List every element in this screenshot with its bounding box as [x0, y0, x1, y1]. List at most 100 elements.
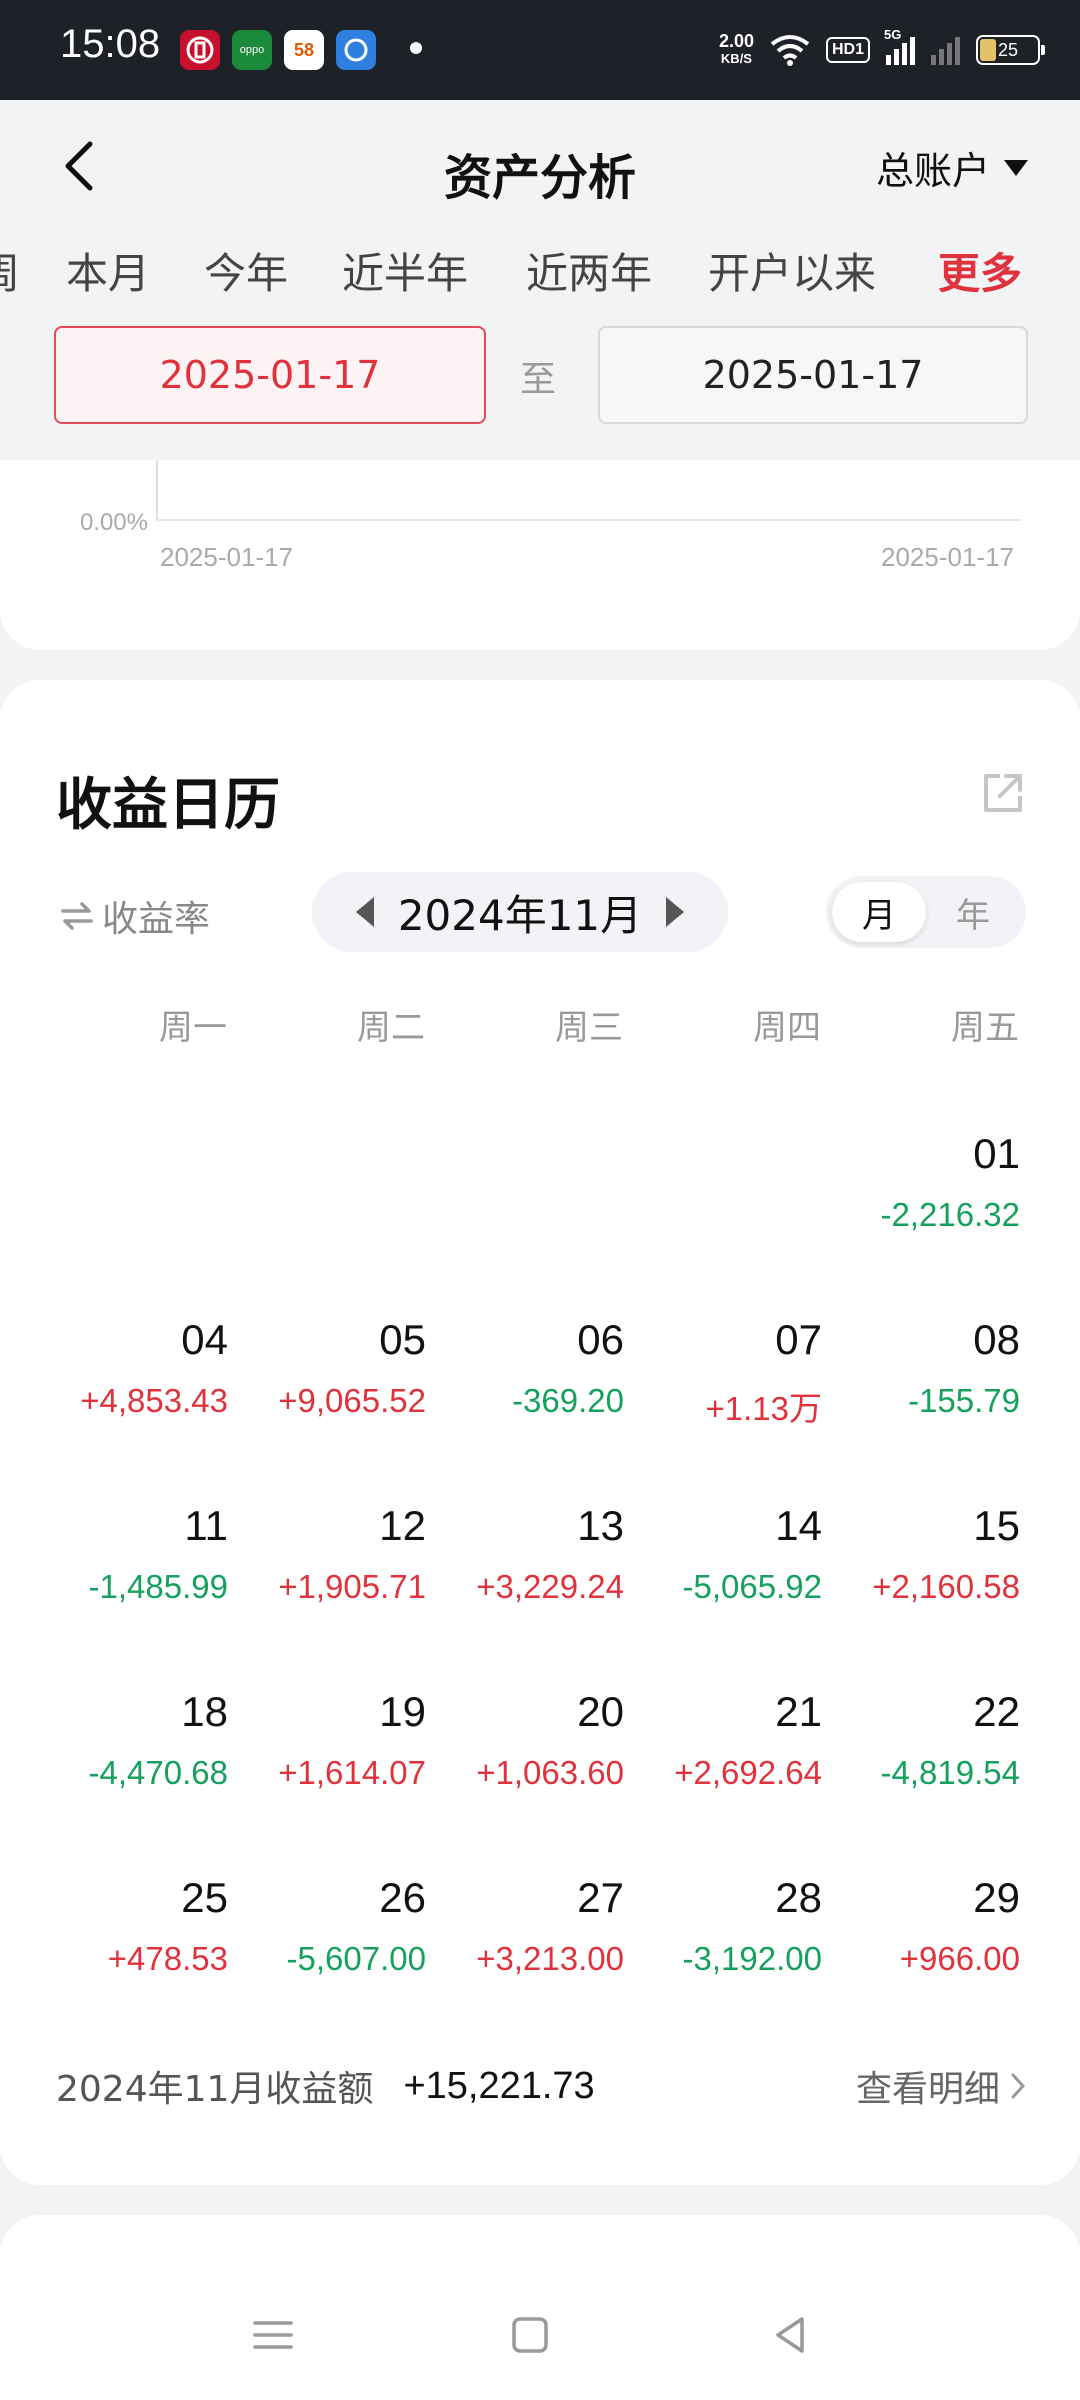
- view-details-link[interactable]: 查看明细: [856, 2060, 1026, 2112]
- calendar-day-number: 18: [181, 1688, 228, 1735]
- month-summary: 2024年11月收益额 +15,221.73 查看明细: [56, 2056, 1026, 2116]
- back-nav-icon[interactable]: [760, 2305, 820, 2365]
- view-year-option[interactable]: 年: [926, 882, 1020, 942]
- calendar-day-number: 22: [973, 1688, 1020, 1735]
- app-icon: [336, 30, 376, 70]
- calendar-day-profit: +1,614.07: [278, 1754, 426, 1791]
- calendar-day-cell[interactable]: 13 +3,229.24: [444, 1502, 624, 1606]
- start-date-field[interactable]: 2025-01-17: [54, 326, 486, 424]
- calendar-day-cell[interactable]: 25 +478.53: [48, 1874, 228, 1978]
- calendar-day-number: 20: [577, 1688, 624, 1735]
- calendar-day-profit: -5,065.92: [682, 1568, 822, 1605]
- header: 资产分析 总账户 周 本月 今年 近半年 近两年 开户以来 更多 2025-01…: [0, 100, 1080, 460]
- calendar-day-profit: -5,607.00: [286, 1940, 426, 1977]
- calendar-day-cell[interactable]: 15 +2,160.58: [840, 1502, 1020, 1606]
- calendar-day-number: 08: [973, 1316, 1020, 1363]
- weekday-fri: 周五: [951, 1008, 1019, 1048]
- tab-since-open[interactable]: 开户以来: [708, 240, 876, 301]
- view-toggle: 月 年: [826, 876, 1026, 948]
- profit-calendar-card: 收益日历 收益率 2024年11月 月 年 周一 周二 周三 周四 周五 01 -…: [0, 680, 1080, 2185]
- calendar-day-profit: -2,216.32: [880, 1196, 1020, 1233]
- calendar-day-profit: -3,192.00: [682, 1940, 822, 1977]
- calendar-day-profit: -155.79: [908, 1382, 1020, 1419]
- bank-icon: [180, 30, 220, 70]
- tab-half-year[interactable]: 近半年: [342, 240, 468, 301]
- calendar-day-number: 28: [775, 1874, 822, 1921]
- calendar-day-cell[interactable]: 14 -5,065.92: [642, 1502, 822, 1606]
- calendar-day-cell[interactable]: 22 -4,819.54: [840, 1688, 1020, 1792]
- wifi-icon: [770, 35, 810, 66]
- calendar-day-cell[interactable]: 28 -3,192.00: [642, 1874, 822, 1978]
- calendar-day-number: 13: [577, 1502, 624, 1549]
- account-selector[interactable]: 总账户: [876, 140, 1028, 195]
- tab-two-years[interactable]: 近两年: [526, 240, 652, 301]
- calendar-day-cell[interactable]: 06 -369.20: [444, 1316, 624, 1420]
- calendar-day-number: 27: [577, 1874, 624, 1921]
- calendar-day-number: 04: [181, 1316, 228, 1363]
- calendar-day-profit: +1,905.71: [278, 1568, 426, 1605]
- calendar-day-profit: +478.53: [107, 1940, 228, 1977]
- menu-nav-icon[interactable]: [243, 2305, 303, 2365]
- calendar-day-profit: +2,160.58: [872, 1568, 1020, 1605]
- calendar-day-profit: +1,063.60: [476, 1754, 624, 1791]
- calendar-day-number: 07: [775, 1316, 822, 1363]
- calendar-day-cell[interactable]: 05 +9,065.52: [246, 1316, 426, 1420]
- end-date-field[interactable]: 2025-01-17: [598, 326, 1028, 424]
- calendar-day-cell[interactable]: 21 +2,692.64: [642, 1688, 822, 1792]
- share-icon[interactable]: [980, 770, 1026, 816]
- calendar-day-cell[interactable]: 26 -5,607.00: [246, 1874, 426, 1978]
- tab-this-month[interactable]: 本月: [66, 240, 150, 301]
- calendar-day-number: 01: [973, 1130, 1020, 1177]
- home-nav-icon[interactable]: [500, 2305, 560, 2365]
- calendar-day-cell[interactable]: 07 +1.13万: [642, 1316, 823, 1430]
- dropdown-triangle-icon: [1004, 159, 1028, 176]
- prev-month-icon[interactable]: [356, 897, 374, 927]
- calendar-day-number: 26: [379, 1874, 426, 1921]
- calendar-day-number: 25: [181, 1874, 228, 1921]
- calendar-day-profit: +3,229.24: [476, 1568, 624, 1605]
- calendar-day-cell[interactable]: 01 -2,216.32: [840, 1130, 1020, 1234]
- tab-week[interactable]: 周: [0, 240, 20, 301]
- current-month[interactable]: 2024年11月: [398, 882, 642, 943]
- tab-this-year[interactable]: 今年: [204, 240, 288, 301]
- calendar-day-cell[interactable]: 11 -1,485.99: [48, 1502, 228, 1606]
- weekday-thu: 周四: [753, 1008, 821, 1048]
- calendar-day-profit: -1,485.99: [88, 1568, 228, 1605]
- calendar-day-cell[interactable]: 29 +966.00: [840, 1874, 1020, 1978]
- account-label: 总账户: [875, 149, 990, 193]
- rate-toggle[interactable]: 收益率: [60, 890, 210, 942]
- calendar-title: 收益日历: [56, 773, 280, 838]
- battery-icon: 25: [976, 35, 1045, 65]
- date-separator: 至: [520, 359, 557, 400]
- calendar-day-number: 15: [973, 1502, 1020, 1549]
- weekday-header: 周一 周二 周三 周四 周五: [0, 1000, 1080, 1050]
- calendar-day-number: 12: [379, 1502, 426, 1549]
- oppo-icon: oppo: [232, 30, 272, 70]
- summary-value: +15,221.73: [403, 2064, 595, 2107]
- rate-toggle-label: 收益率: [102, 899, 211, 940]
- next-month-icon[interactable]: [666, 897, 684, 927]
- calendar-day-profit: +9,065.52: [278, 1382, 426, 1419]
- calendar-day-number: 06: [577, 1316, 624, 1363]
- calendar-day-cell[interactable]: 27 +3,213.00: [444, 1874, 624, 1978]
- status-time: 15:08: [60, 22, 161, 66]
- view-month-option[interactable]: 月: [832, 882, 926, 942]
- net-speed: 2.00 KB/S: [718, 31, 754, 66]
- calendar-day-profit: +966.00: [899, 1940, 1020, 1977]
- calendar-day-cell[interactable]: 04 +4,853.43: [48, 1316, 228, 1420]
- calendar-day-cell[interactable]: 19 +1,614.07: [246, 1688, 426, 1792]
- calendar-day-cell[interactable]: 18 -4,470.68: [48, 1688, 228, 1792]
- tab-more[interactable]: 更多: [938, 240, 1022, 301]
- weekday-mon: 周一: [159, 1008, 227, 1048]
- summary-label: 2024年11月收益额: [56, 2069, 374, 2110]
- 58-icon: 58: [284, 30, 324, 70]
- calendar-day-cell[interactable]: 08 -155.79: [840, 1316, 1020, 1420]
- calendar-day-cell[interactable]: 20 +1,063.60: [444, 1688, 624, 1792]
- calendar-day-number: 21: [775, 1688, 822, 1735]
- weekday-tue: 周二: [357, 1008, 425, 1048]
- signal-icon: [931, 35, 960, 65]
- calendar-day-profit: +2,692.64: [674, 1754, 822, 1791]
- chevron-right-icon: [1011, 2073, 1026, 2099]
- chart-x-tick-end: 2025-01-17: [881, 542, 1014, 572]
- calendar-day-cell[interactable]: 12 +1,905.71: [246, 1502, 426, 1606]
